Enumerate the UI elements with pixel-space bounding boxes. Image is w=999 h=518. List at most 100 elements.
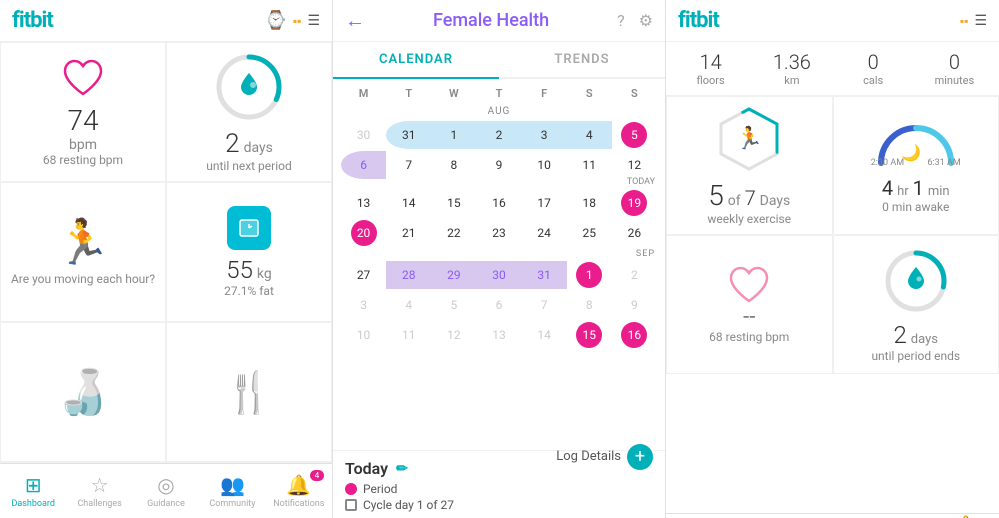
sleep-awake-label: 0 min awake bbox=[882, 200, 949, 214]
cal-day-21[interactable]: 21 bbox=[386, 219, 431, 247]
cycle-icon bbox=[345, 499, 357, 511]
cal-day-sep10[interactable]: 10 bbox=[341, 321, 386, 349]
left-header: fitbit ⌚ ▪▪ ☰ bbox=[0, 0, 332, 42]
runner-icon: 🏃 bbox=[736, 127, 763, 152]
exercise-hexagon: 🏃 bbox=[715, 105, 783, 173]
nav-guidance-label-left: Guidance bbox=[147, 499, 185, 509]
edit-icon[interactable]: ✏ bbox=[396, 461, 408, 477]
cal-day-sep8[interactable]: 8 bbox=[567, 291, 612, 319]
exercise-of: of bbox=[728, 193, 741, 209]
cal-day-12[interactable]: 12 bbox=[612, 151, 657, 179]
dashboard-icon: ⊞ bbox=[25, 473, 42, 497]
cal-day-31[interactable]: 31 bbox=[386, 121, 431, 149]
right-stats-top: 14 floors 1.36 km 0 cals 0 minutes bbox=[666, 42, 999, 96]
cal-day-22[interactable]: 22 bbox=[431, 219, 476, 247]
cal-day-sep1[interactable]: 1 bbox=[576, 262, 602, 288]
challenges-icon-right: ☆ bbox=[757, 514, 775, 518]
cal-day-sep15[interactable]: 15 bbox=[576, 322, 602, 348]
cal-day-29[interactable]: 29 bbox=[431, 261, 476, 289]
cal-day-10[interactable]: 10 bbox=[522, 151, 567, 179]
water-cell: 🍶 bbox=[0, 322, 166, 462]
cal-day-19-today[interactable]: 19 bbox=[621, 190, 647, 216]
nav-community-right[interactable]: 👥 Community bbox=[866, 514, 933, 518]
nav-community-label-left: Community bbox=[209, 499, 255, 509]
cal-day-23[interactable]: 23 bbox=[476, 219, 521, 247]
cal-day-sep16[interactable]: 16 bbox=[621, 322, 647, 348]
nav-dashboard-left[interactable]: ⊞ Dashboard bbox=[0, 464, 66, 518]
log-plus-icon[interactable]: + bbox=[627, 444, 653, 470]
tab-trends[interactable]: TRENDS bbox=[499, 42, 665, 77]
cal-day-sep9[interactable]: 9 bbox=[612, 291, 657, 319]
cal-day-20[interactable]: 20 bbox=[351, 220, 377, 246]
cal-day-16[interactable]: 16 bbox=[476, 189, 521, 217]
cal-day-4[interactable]: 4 bbox=[567, 121, 612, 149]
cal-day-30aug[interactable]: 30 bbox=[476, 261, 521, 289]
help-icon[interactable]: ? bbox=[617, 11, 625, 30]
battery-right-icon: ▪▪ bbox=[960, 14, 969, 28]
nav-dashboard-right[interactable]: ⊞ Dashboard bbox=[666, 514, 733, 518]
cal-day-sep3[interactable]: 3 bbox=[341, 291, 386, 319]
cal-day-13[interactable]: 13 bbox=[341, 189, 386, 217]
cal-day-26[interactable]: 26 bbox=[612, 219, 657, 247]
female-health-title: Female Health bbox=[373, 10, 609, 31]
battery-icon: ▪▪ bbox=[293, 14, 302, 28]
cal-day-sep11[interactable]: 11 bbox=[386, 321, 431, 349]
cal-day-sep2[interactable]: 2 bbox=[612, 261, 657, 289]
cal-day-2[interactable]: 2 bbox=[476, 121, 521, 149]
cal-day-sep14[interactable]: 14 bbox=[522, 321, 567, 349]
days-of-week-row: M T W T F S S bbox=[341, 83, 657, 104]
watch-icon: ⌚ bbox=[265, 10, 287, 31]
sleep-hours: 4 bbox=[882, 176, 893, 200]
nav-challenges-left[interactable]: ☆ Challenges bbox=[66, 464, 132, 518]
cal-day-1[interactable]: 1 bbox=[431, 121, 476, 149]
cal-day-30[interactable]: 30 bbox=[341, 121, 386, 149]
heart-rate-right-sub: 68 resting bpm bbox=[709, 330, 789, 344]
cal-day-3[interactable]: 3 bbox=[522, 121, 567, 149]
nav-guidance-right[interactable]: ◎ Guidance bbox=[799, 514, 866, 518]
cal-day-sep12[interactable]: 12 bbox=[431, 321, 476, 349]
nav-notifications-left[interactable]: 4 🔔 Notifications bbox=[266, 464, 332, 518]
heart-rate-right-cell: -- 68 resting bpm bbox=[666, 235, 833, 374]
exercise-days-label: Days bbox=[760, 193, 791, 209]
cal-day-sep7[interactable]: 7 bbox=[522, 291, 567, 319]
cal-day-9[interactable]: 9 bbox=[476, 151, 521, 179]
guidance-icon: ◎ bbox=[157, 473, 174, 497]
nav-challenges-right[interactable]: ☆ Challenges bbox=[733, 514, 800, 518]
cal-day-28[interactable]: 28 bbox=[386, 261, 431, 289]
cal-day-18[interactable]: 18 bbox=[567, 189, 612, 217]
cal-day-7[interactable]: 7 bbox=[386, 151, 431, 179]
cal-day-11[interactable]: 11 bbox=[567, 151, 612, 179]
cal-day-27[interactable]: 27 bbox=[341, 261, 386, 289]
sleep-start-time: 2:30 AM bbox=[871, 158, 904, 168]
cal-day-25[interactable]: 25 bbox=[567, 219, 612, 247]
cal-day-8[interactable]: 8 bbox=[431, 151, 476, 179]
nav-community-left[interactable]: 👥 Community bbox=[199, 464, 265, 518]
cal-day-31aug[interactable]: 31 bbox=[522, 261, 567, 289]
cal-day-6[interactable]: 6 bbox=[341, 151, 386, 179]
cal-day-sep4[interactable]: 4 bbox=[386, 291, 431, 319]
weight-cell: 55 kg 27.1% fat bbox=[166, 182, 332, 322]
notification-badge-left: 4 bbox=[310, 470, 324, 481]
cal-day-sep6[interactable]: 6 bbox=[476, 291, 521, 319]
heart-icon bbox=[61, 58, 105, 98]
nav-dashboard-label-left: Dashboard bbox=[11, 499, 55, 509]
heart-rate-cell: 74 bpm 68 resting bpm bbox=[0, 42, 166, 182]
cal-day-14[interactable]: 14 bbox=[386, 189, 431, 217]
tab-calendar[interactable]: CALENDAR bbox=[333, 42, 499, 79]
back-button[interactable]: ← bbox=[345, 8, 365, 33]
settings-icon[interactable]: ⚙ bbox=[639, 11, 653, 30]
log-details-button[interactable]: Log Details + bbox=[556, 444, 653, 470]
period-right-number: 2 bbox=[894, 321, 907, 349]
nav-notifications-right[interactable]: 11 🔔 Notifications bbox=[932, 514, 999, 518]
cal-day-5[interactable]: 5 bbox=[621, 122, 647, 148]
cal-day-sep13[interactable]: 13 bbox=[476, 321, 521, 349]
nav-guidance-left[interactable]: ◎ Guidance bbox=[133, 464, 199, 518]
cal-day-24[interactable]: 24 bbox=[522, 219, 567, 247]
challenges-icon: ☆ bbox=[91, 473, 109, 497]
heart-rate-value: 74 bbox=[67, 104, 98, 137]
cal-day-15[interactable]: 15 bbox=[431, 189, 476, 217]
cal-day-sep5[interactable]: 5 bbox=[431, 291, 476, 319]
period-number: 2 bbox=[225, 129, 239, 159]
period-sub: until next period bbox=[206, 159, 292, 173]
cal-day-17[interactable]: 17 bbox=[522, 189, 567, 217]
